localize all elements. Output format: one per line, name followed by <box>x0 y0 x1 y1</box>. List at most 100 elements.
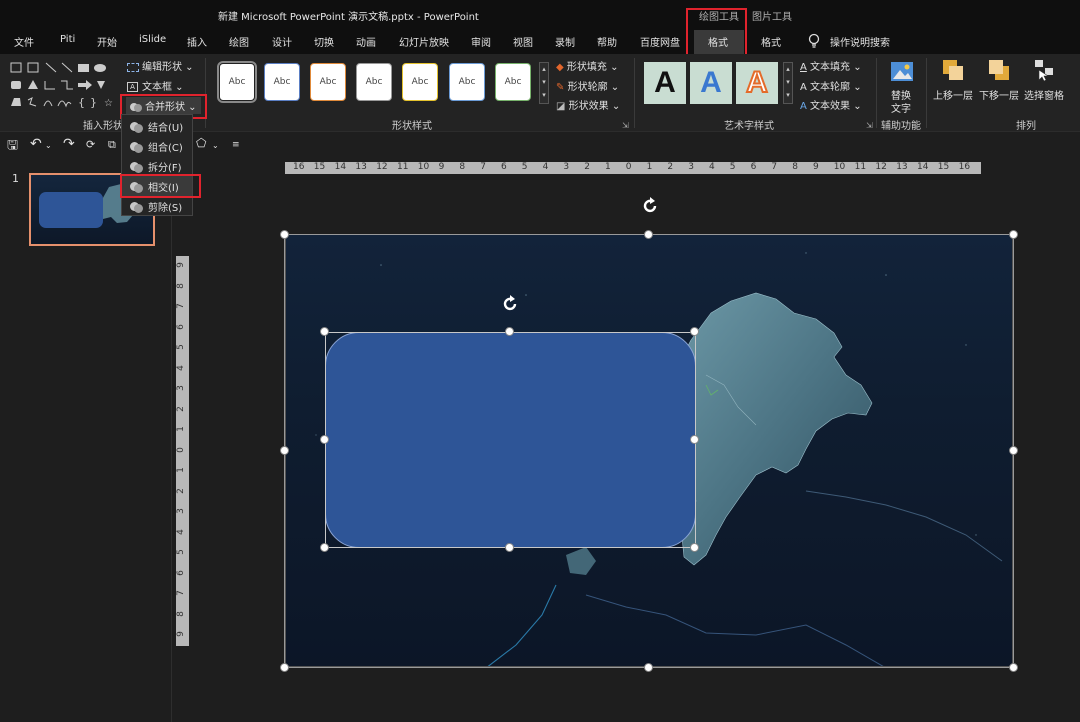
resize-handle[interactable] <box>690 543 699 552</box>
tab-view[interactable]: 视图 <box>513 34 533 49</box>
resize-handle[interactable] <box>505 543 514 552</box>
resize-handle[interactable] <box>280 663 289 672</box>
text-effects-icon: A <box>800 101 807 112</box>
wordart-style-blue[interactable]: A <box>690 62 732 104</box>
wordart-style-black[interactable]: A <box>644 62 686 104</box>
bring-forward-icon[interactable] <box>941 58 965 82</box>
group-label-shape-styles: 形状样式 <box>392 121 432 132</box>
search-tell-me[interactable]: 操作说明搜索 <box>830 34 890 49</box>
shapes-gallery[interactable]: {} ☆ <box>8 60 120 112</box>
tab-format-picture[interactable]: 格式 <box>761 34 781 49</box>
resize-handle[interactable] <box>320 543 329 552</box>
shapes-qat-icon[interactable]: ⬠ <box>196 136 206 150</box>
alt-text-icon[interactable] <box>889 60 915 84</box>
resize-handle[interactable] <box>1009 446 1018 455</box>
resize-handle[interactable] <box>280 446 289 455</box>
dialog-launcher-icon[interactable]: ⇲ <box>622 121 629 130</box>
tab-baidu-netdisk[interactable]: 百度网盘 <box>640 34 680 49</box>
vertical-ruler: 9 8 7 6 5 4 3 2 1 0 1 2 3 4 5 6 7 8 9 <box>176 256 189 646</box>
ruler-tick-label: 10 <box>833 162 846 172</box>
selection-pane-icon[interactable] <box>1033 58 1057 82</box>
dialog-launcher-icon[interactable]: ⇲ <box>866 121 873 130</box>
rotate-handle-icon[interactable] <box>500 294 520 314</box>
group-label-wordart-styles: 艺术字样式 <box>724 121 774 132</box>
chevron-down-icon[interactable]: ⌄ <box>212 141 219 150</box>
shape-style-4[interactable]: Abc <box>356 63 392 101</box>
resize-handle[interactable] <box>690 435 699 444</box>
subtract-icon <box>130 201 143 213</box>
merge-shapes-button[interactable]: 合并形状 ⌄ <box>126 97 201 114</box>
slide-thumbnails-panel: 1 <box>0 158 172 722</box>
undo-icon[interactable]: ↶ <box>30 136 42 152</box>
send-backward-icon[interactable] <box>987 58 1011 82</box>
slide-canvas[interactable] <box>285 234 1013 667</box>
tab-slideshow[interactable]: 幻灯片放映 <box>399 34 449 49</box>
tab-transitions[interactable]: 切换 <box>314 34 334 49</box>
shape-style-6[interactable]: Abc <box>449 63 485 101</box>
menu-item-label: 拆分(F) <box>148 162 182 174</box>
shape-style-gallery-scroll[interactable]: ▴ ▾ ▾ <box>539 62 549 104</box>
wordart-gallery-scroll[interactable]: ▴ ▾ ▾ <box>783 62 793 104</box>
shape-style-7[interactable]: Abc <box>495 63 531 101</box>
shape-style-2[interactable]: Abc <box>264 63 300 101</box>
text-box-label: 文本框 <box>142 82 172 93</box>
shape-selection-frame <box>325 332 696 548</box>
tab-islide[interactable]: iSlide <box>139 34 166 45</box>
tab-help[interactable]: 帮助 <box>597 34 617 49</box>
resize-handle[interactable] <box>320 327 329 336</box>
edit-shape-button[interactable]: 编辑形状 ⌄ <box>127 58 194 73</box>
resize-handle[interactable] <box>505 327 514 336</box>
tab-insert[interactable]: 插入 <box>187 34 207 49</box>
wordart-style-orange-outline[interactable]: A <box>736 62 778 104</box>
title-bar: 新建 Microsoft PowerPoint 演示文稿.pptx - Powe… <box>0 0 1080 30</box>
menu-item-combine[interactable]: 组合(C) <box>122 136 192 156</box>
bring-forward-button[interactable]: 上移一层 <box>933 87 973 102</box>
tab-draw[interactable]: 绘图 <box>229 34 249 49</box>
format-painter-icon[interactable]: ⧉ <box>108 138 116 152</box>
menu-item-fragment[interactable]: 拆分(F) <box>122 156 192 176</box>
start-slideshow-icon[interactable]: ⟳ <box>86 138 95 151</box>
resize-handle[interactable] <box>644 230 653 239</box>
tab-format-drawing[interactable]: 格式 <box>708 34 728 49</box>
rotate-handle-icon[interactable] <box>640 196 660 216</box>
shape-outline-button[interactable]: ✎ 形状轮廓 ⌄ <box>556 78 619 93</box>
ruler-tick-label: 10 <box>417 162 430 172</box>
ruler-tick-label: 8 <box>176 282 186 289</box>
resize-handle[interactable] <box>644 663 653 672</box>
customize-qat-icon[interactable]: ≡ <box>232 140 240 150</box>
resize-handle[interactable] <box>1009 663 1018 672</box>
redo-icon[interactable]: ↷ <box>63 136 75 152</box>
shape-style-1[interactable]: Abc <box>217 61 257 103</box>
selection-pane-button[interactable]: 选择窗格 <box>1024 87 1064 102</box>
ruler-tick-label: 3 <box>563 162 570 172</box>
resize-handle[interactable] <box>690 327 699 336</box>
save-icon[interactable]: 🖫 <box>7 136 18 158</box>
text-outline-button[interactable]: A 文本轮廓 ⌄ <box>800 78 862 93</box>
tab-piti[interactable]: Piti <box>60 34 75 45</box>
ruler-tick-label: 2 <box>176 405 186 412</box>
shape-style-5[interactable]: Abc <box>402 63 438 101</box>
resize-handle[interactable] <box>320 435 329 444</box>
tab-home[interactable]: 开始 <box>97 34 117 49</box>
menu-item-subtract[interactable]: 剪除(S) <box>122 196 192 216</box>
chevron-down-icon[interactable]: ⌄ <box>45 141 52 150</box>
ruler-tick-label: 5 <box>176 344 186 350</box>
send-backward-button[interactable]: 下移一层 <box>979 87 1019 102</box>
tab-design[interactable]: 设计 <box>272 34 292 49</box>
shape-fill-button[interactable]: ◆ 形状填充 ⌄ <box>556 58 618 73</box>
resize-handle[interactable] <box>1009 230 1018 239</box>
text-fill-button[interactable]: A 文本填充 ⌄ <box>800 58 862 73</box>
ruler-tick-label: 5 <box>521 162 528 172</box>
text-box-button[interactable]: A 文本框 ⌄ <box>127 78 184 93</box>
tab-record[interactable]: 录制 <box>555 34 575 49</box>
menu-item-union[interactable]: 结合(U) <box>122 116 192 136</box>
shape-effects-button[interactable]: ◪ 形状效果 ⌄ <box>556 97 620 112</box>
shape-style-3[interactable]: Abc <box>310 63 346 101</box>
resize-handle[interactable] <box>280 230 289 239</box>
group-label-arrange: 排列 <box>1016 121 1036 132</box>
tab-file[interactable]: 文件 <box>14 34 34 49</box>
tab-review[interactable]: 审阅 <box>471 34 491 49</box>
text-effects-button[interactable]: A 文本效果 ⌄ <box>800 97 862 112</box>
tab-animations[interactable]: 动画 <box>356 34 376 49</box>
menu-item-intersect[interactable]: 相交(I) <box>122 176 192 196</box>
